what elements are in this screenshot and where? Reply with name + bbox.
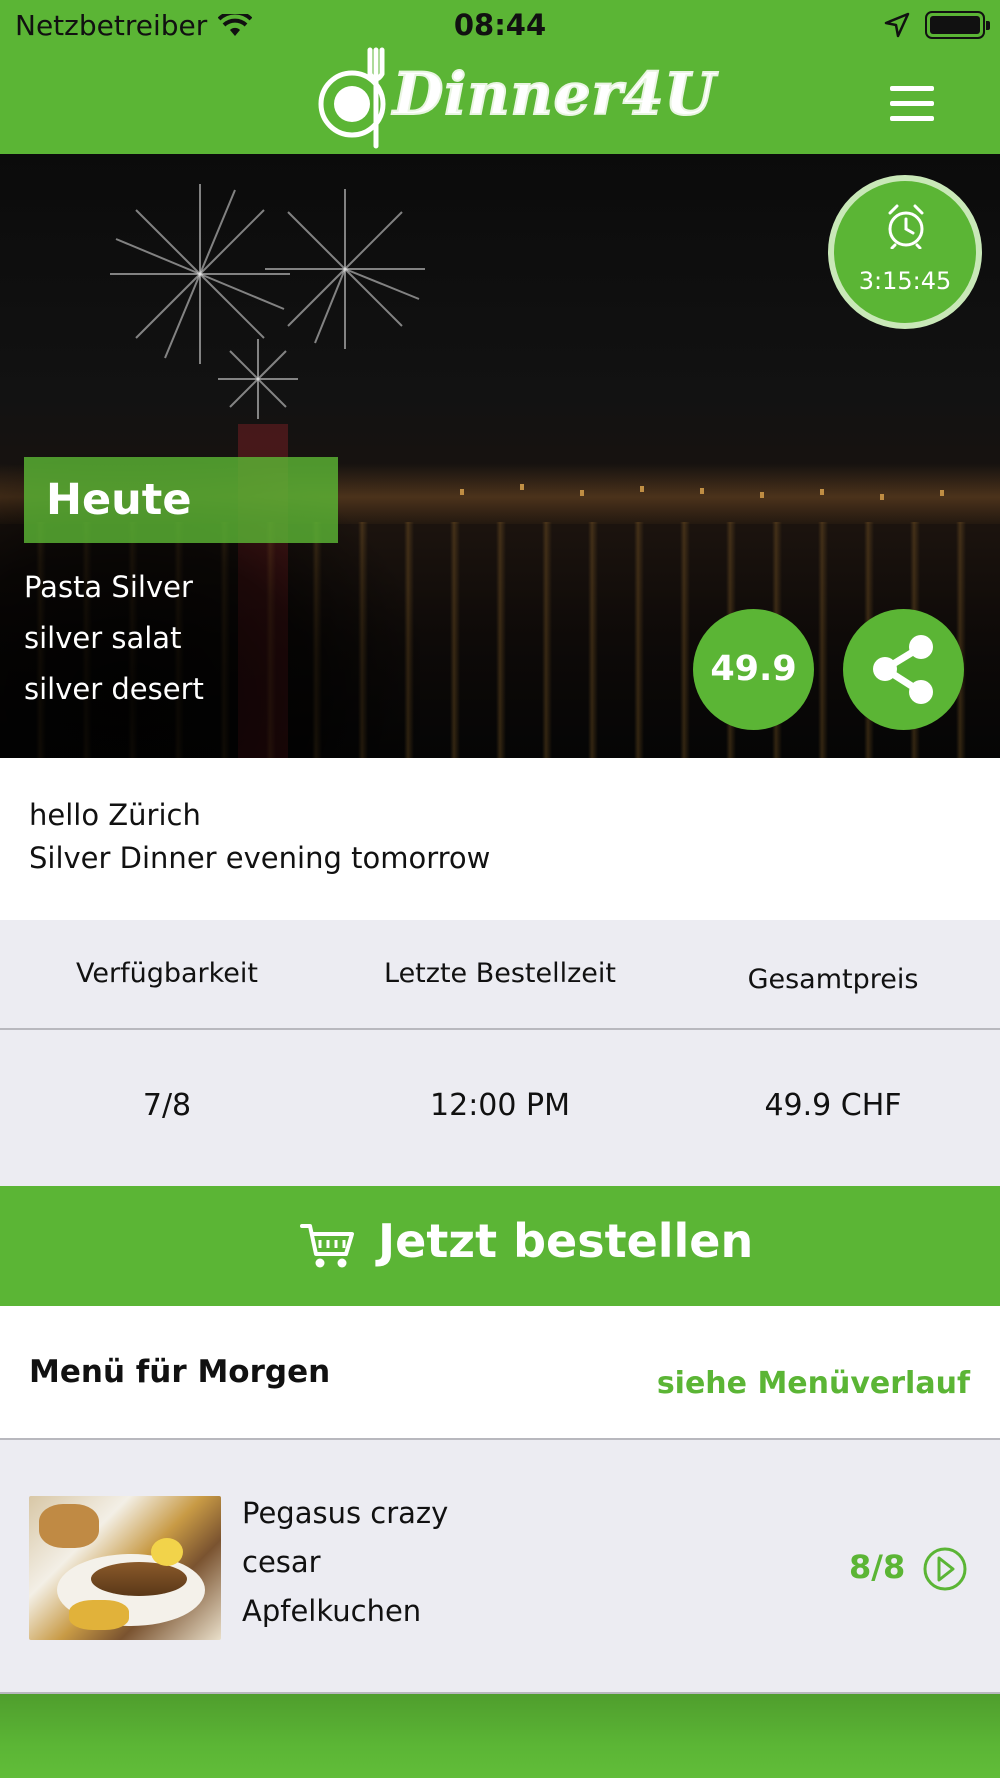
app-logo[interactable]: Dinner4U <box>316 46 716 150</box>
hero-dish-1: Pasta Silver <box>24 570 193 604</box>
order-now-label: Jetzt bestellen <box>378 1214 754 1268</box>
header-last-order-time: Letzte Bestellzeit <box>384 958 616 989</box>
description-line-2: Silver Dinner evening tomorrow <box>29 841 491 875</box>
event-description: hello Zürich Silver Dinner evening tomor… <box>0 758 1000 920</box>
table-divider <box>0 1028 1000 1030</box>
description-line-1: hello Zürich <box>29 798 201 832</box>
shopping-cart-icon <box>300 1222 356 1274</box>
tomorrow-menu-item[interactable]: Pegasus crazy cesar Apfelkuchen 8/8 <box>0 1442 1000 1694</box>
menu-history-link[interactable]: siehe Menüverlauf <box>657 1366 970 1401</box>
order-now-button[interactable]: Jetzt bestellen <box>0 1186 1000 1306</box>
app-header: Netzbetreiber 08:44 Dinner4U <box>0 0 1000 154</box>
tomorrow-menu-header: Menü für Morgen siehe Menüverlauf <box>0 1306 1000 1440</box>
value-availability: 7/8 <box>142 1088 192 1123</box>
tomorrow-menu-title: Menü für Morgen <box>29 1354 331 1390</box>
header-total-price: Gesamtpreis <box>747 964 919 995</box>
share-icon <box>873 635 933 704</box>
menu-item-thumbnail <box>29 1496 221 1640</box>
alarm-clock-icon <box>886 203 926 253</box>
header-availability: Verfügbarkeit <box>76 958 258 989</box>
menu-item-dish-2: cesar <box>242 1545 321 1579</box>
hero-dish-2: silver salat <box>24 621 182 655</box>
status-bar: Netzbetreiber 08:44 <box>0 0 1000 50</box>
status-time: 08:44 <box>453 8 547 42</box>
order-info-table: Verfügbarkeit Letzte Bestellzeit Gesamtp… <box>0 920 1000 1186</box>
footer-bar <box>0 1694 1000 1778</box>
value-total-price: 49.9 CHF <box>764 1088 902 1123</box>
share-button[interactable] <box>843 609 964 730</box>
timer-remaining: 3:15:45 <box>858 267 952 295</box>
battery-icon <box>925 11 990 39</box>
hero-dish-3: silver desert <box>24 672 204 706</box>
price-badge: 49.9 <box>693 609 814 730</box>
menu-item-dish-1: Pegasus crazy <box>242 1496 449 1530</box>
chevron-right-circle-icon[interactable] <box>922 1546 968 1596</box>
value-last-order-time: 12:00 PM <box>430 1088 570 1123</box>
today-badge: Heute <box>24 457 338 543</box>
plate-fork-icon <box>318 47 386 149</box>
logo-text: Dinner4U <box>392 59 717 129</box>
countdown-timer: 3:15:45 <box>828 175 982 329</box>
menu-item-availability: 8/8 <box>849 1548 906 1586</box>
hamburger-menu-icon[interactable] <box>890 86 938 121</box>
location-arrow-icon <box>884 12 910 45</box>
menu-item-dish-3: Apfelkuchen <box>242 1594 422 1628</box>
